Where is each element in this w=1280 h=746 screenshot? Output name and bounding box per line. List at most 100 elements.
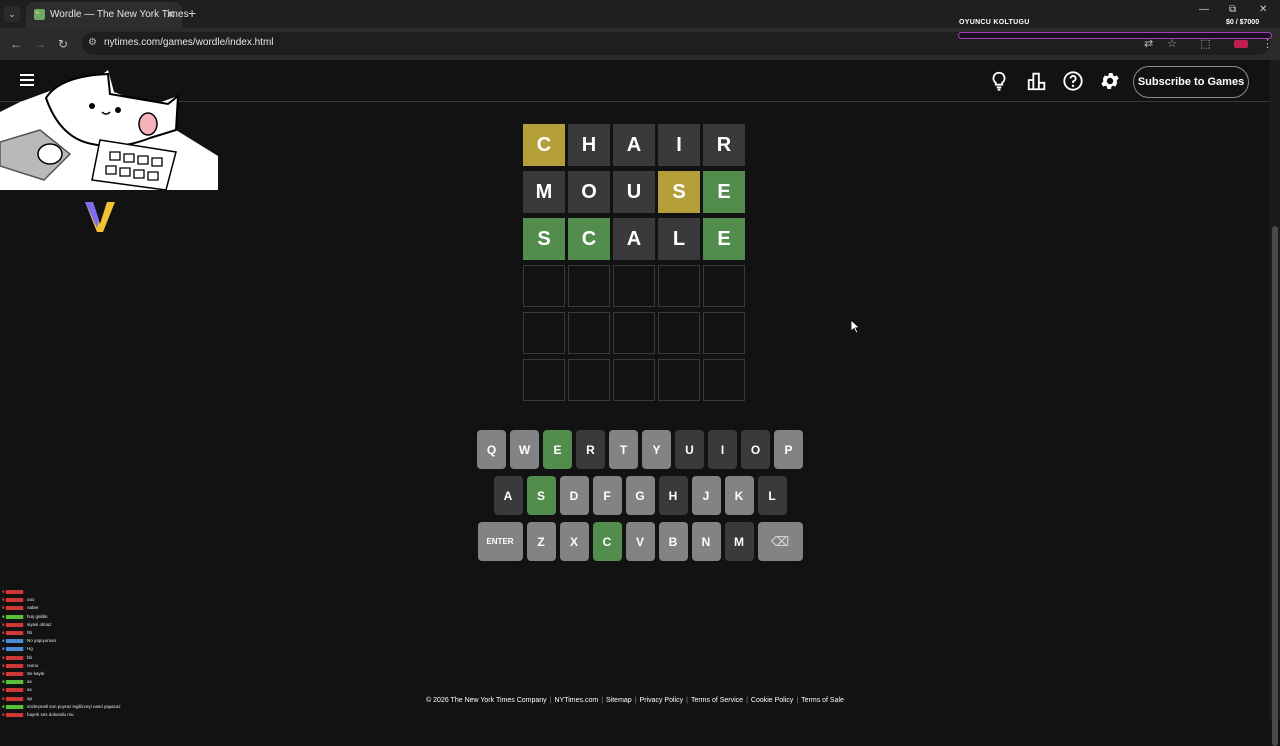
key-y[interactable]: Y xyxy=(642,430,671,469)
footer-link[interactable]: Privacy Policy xyxy=(640,697,684,704)
footer-separator: | xyxy=(796,697,799,704)
footer-separator: | xyxy=(686,697,688,704)
chat-username: ■ ▆▆▆▆▆ : xyxy=(2,638,28,644)
footer-separator: | xyxy=(634,697,637,704)
key-j[interactable]: J xyxy=(691,476,721,515)
close-window-button[interactable]: ✕ xyxy=(1259,4,1267,15)
stream-goal-count: $0 / $7000 xyxy=(1226,19,1260,26)
chat-message: ■ ▆▆▆▆▆ : as xyxy=(2,678,182,686)
keyboard-row: ASDFGHJKL xyxy=(0,476,1280,515)
footer-link[interactable]: Terms of Service xyxy=(691,697,743,704)
chat-text: nomo xyxy=(27,662,39,668)
board-tile xyxy=(613,312,655,354)
subscribe-to-games-button[interactable]: Subscribe to Games xyxy=(1133,66,1249,98)
hint-lightbulb-icon[interactable] xyxy=(988,70,1010,92)
chat-text: as xyxy=(27,679,32,685)
reload-icon[interactable]: ↻ xyxy=(58,37,68,51)
chat-message: ■ ▆▆▆▆▆ : hayırlı ses dokundu mu xyxy=(2,711,182,719)
key-f[interactable]: F xyxy=(592,476,622,515)
key-b[interactable]: B xyxy=(658,522,688,561)
key-i[interactable]: I xyxy=(708,430,737,469)
chat-username: ■ ▆▆▆▆▆ : xyxy=(2,589,26,594)
footer-link[interactable]: Terms of Sale xyxy=(801,697,844,704)
chat-username: ■ ▆▆▆▆▆ : xyxy=(2,630,28,636)
browser-tab-bar: ⌄ Wordle — The New York Times ✕ + OYUNCU… xyxy=(0,0,1280,28)
scrollbar-thumb[interactable] xyxy=(1272,226,1278,746)
back-arrow-icon[interactable]: ← xyxy=(10,37,22,51)
chat-message: ■ ▆▆▆▆▆ : Hg xyxy=(2,645,182,653)
settings-gear-icon[interactable] xyxy=(1099,70,1121,92)
key-r[interactable]: R xyxy=(576,430,605,469)
key-n[interactable]: N xyxy=(691,522,721,561)
chat-text: hoş geldin xyxy=(27,613,48,619)
key-k[interactable]: K xyxy=(724,476,754,515)
chat-text: siyasi olmaz xyxy=(27,621,52,627)
backspace-key[interactable]: ⌫ xyxy=(757,522,803,561)
browser-menu-icon[interactable]: ⋮ xyxy=(1262,37,1273,50)
footer-link[interactable]: NYTimes.com xyxy=(554,697,598,704)
chat-username: ■ ▆▆▆▆▆ : xyxy=(2,597,28,603)
key-a[interactable]: A xyxy=(493,476,523,515)
chat-username: ■ ▆▆▆▆▆ : xyxy=(2,712,28,718)
board-tile: S xyxy=(658,171,700,213)
key-t[interactable]: T xyxy=(609,430,638,469)
key-h[interactable]: H xyxy=(658,476,688,515)
board-tile xyxy=(568,359,610,401)
restore-button[interactable]: ⧉ xyxy=(1229,4,1236,15)
board-row xyxy=(523,359,748,401)
footer-link: © 2026 The New York Times Company xyxy=(426,697,547,704)
browser-tab-wordle[interactable]: Wordle — The New York Times ✕ xyxy=(26,2,189,28)
key-g[interactable]: G xyxy=(625,476,655,515)
stream-goal-progress-bar xyxy=(958,32,1272,39)
board-row: SCALE xyxy=(523,218,748,260)
tab-list-button[interactable]: ⌄ xyxy=(4,6,20,22)
key-l[interactable]: L xyxy=(757,476,787,515)
key-o[interactable]: O xyxy=(741,430,770,469)
new-tab-button[interactable]: + xyxy=(188,6,196,20)
board-tile xyxy=(523,359,565,401)
key-w[interactable]: W xyxy=(510,430,539,469)
footer-link[interactable]: Sitemap xyxy=(606,697,632,704)
footer-separator: | xyxy=(601,697,604,704)
board-row: MOUSE xyxy=(523,171,748,213)
footer-separator: | xyxy=(746,697,748,704)
key-enter[interactable]: ENTER xyxy=(477,522,523,561)
board-tile xyxy=(613,265,655,307)
board-tile: O xyxy=(568,171,610,213)
board-row xyxy=(523,265,748,307)
wordle-favicon-icon xyxy=(34,9,45,20)
chat-text: naber xyxy=(27,605,39,611)
chat-message: ■ ▆▆▆▆▆ : hb xyxy=(2,654,182,662)
board-tile xyxy=(703,359,745,401)
board-tile xyxy=(658,359,700,401)
chat-username: ■ ▆▆▆▆▆ : xyxy=(2,662,28,668)
page-scrollbar[interactable] xyxy=(1270,60,1280,746)
key-c[interactable]: C xyxy=(592,522,622,561)
key-s[interactable]: S xyxy=(526,476,556,515)
key-z[interactable]: Z xyxy=(526,522,556,561)
url-text[interactable]: nytimes.com/games/wordle/index.html xyxy=(104,37,274,48)
minimize-button[interactable]: — xyxy=(1199,4,1209,15)
chat-message: ■ ▆▆▆▆▆ : nomo xyxy=(2,662,182,670)
chat-username: ■ ▆▆▆▆▆ : xyxy=(2,621,28,627)
keyboard-row: QWERTYUIOP xyxy=(0,430,1280,469)
key-u[interactable]: U xyxy=(675,430,704,469)
site-info-icon[interactable]: ⚙ xyxy=(88,37,97,48)
key-e[interactable]: E xyxy=(543,430,572,469)
forward-arrow-icon[interactable]: → xyxy=(34,37,46,51)
board-tile: S xyxy=(523,218,565,260)
chat-message: ■ ▆▆▆▆▆ : hb xyxy=(2,629,182,637)
footer-link[interactable]: Cookie Policy xyxy=(751,697,793,704)
key-q[interactable]: Q xyxy=(477,430,506,469)
profile-avatar[interactable] xyxy=(1234,40,1248,48)
help-icon[interactable] xyxy=(1062,70,1084,92)
key-d[interactable]: D xyxy=(559,476,589,515)
key-x[interactable]: X xyxy=(559,522,589,561)
key-v[interactable]: V xyxy=(625,522,655,561)
chat-username: ■ ▆▆▆▆▆ : xyxy=(2,646,28,652)
stats-icon[interactable] xyxy=(1026,70,1048,92)
key-p[interactable]: P xyxy=(774,430,803,469)
board-row: CHAIR xyxy=(523,124,748,166)
key-m[interactable]: M xyxy=(724,522,754,561)
tab-close-icon[interactable]: ✕ xyxy=(166,8,175,21)
